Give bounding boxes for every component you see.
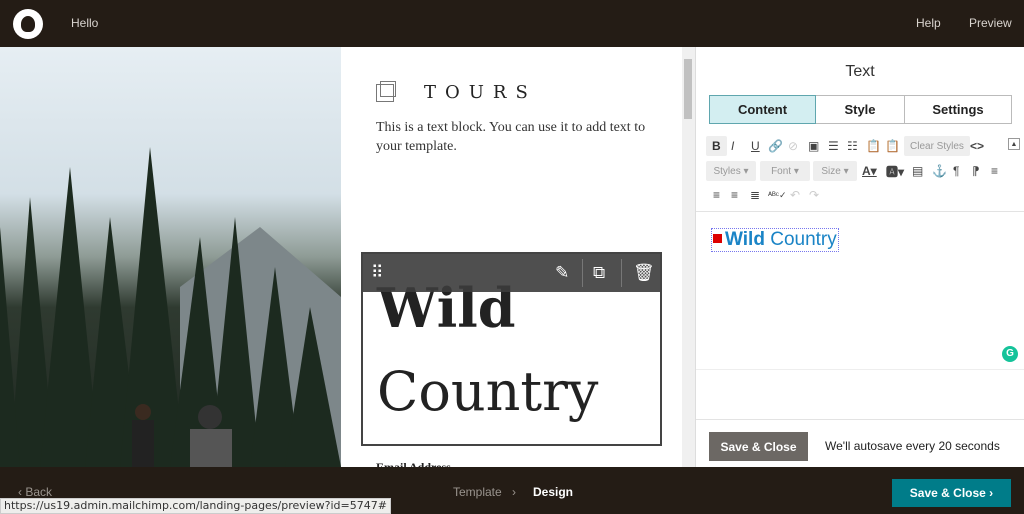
forest-illustration xyxy=(0,147,341,467)
divider xyxy=(582,259,583,287)
editor-regular-text: Country xyxy=(764,229,837,250)
headline-regular: Country xyxy=(377,360,599,423)
justify-icon[interactable]: ≣ xyxy=(750,185,760,205)
save-close-button[interactable]: Save & Close › xyxy=(892,479,1011,507)
align-center-icon[interactable]: ≡ xyxy=(713,185,720,205)
grammarly-icon[interactable]: G xyxy=(1002,346,1018,362)
divider xyxy=(621,259,622,287)
bullet-list-icon[interactable]: ☷ xyxy=(847,136,858,156)
trash-icon[interactable]: 🗑 xyxy=(633,263,655,283)
font-dropdown[interactable]: Font ▾ xyxy=(760,161,810,181)
preview-link[interactable]: Preview xyxy=(969,16,1012,30)
duplicate-icon[interactable]: ⧉ xyxy=(593,263,605,283)
anchor-icon[interactable]: ⚓ xyxy=(932,161,947,181)
redo-icon[interactable]: ↷ xyxy=(809,185,819,205)
rich-text-editor[interactable]: Wild Country xyxy=(711,228,839,252)
text-editor-panel: Text Content Style Settings B I U 🔗 ⊘ ▣ … xyxy=(695,47,1024,467)
tab-style[interactable]: Style xyxy=(816,95,905,124)
link-icon[interactable]: 🔗 xyxy=(768,136,783,156)
page-name[interactable]: Hello xyxy=(71,16,98,30)
flag-icon xyxy=(713,234,722,243)
status-url: https://us19.admin.mailchimp.com/landing… xyxy=(0,498,391,514)
ordered-list-icon[interactable]: ☰ xyxy=(828,136,839,156)
ltr-icon[interactable]: ¶ xyxy=(953,161,959,181)
image-icon[interactable]: ▣ xyxy=(808,136,819,156)
font-label: Font xyxy=(771,165,792,177)
save-close-label: Save & Close xyxy=(909,486,986,500)
step-design[interactable]: Design xyxy=(533,485,573,499)
background-color-icon[interactable]: 🅰▾ xyxy=(886,161,904,181)
canvas-scrollbar[interactable] xyxy=(682,47,695,467)
back-button[interactable]: ‹ Back xyxy=(18,485,52,499)
autosave-note: We'll autosave every 20 seconds xyxy=(825,439,1000,453)
selected-text-block[interactable]: ⠿ ✎ ⧉ 🗑 Wild Country xyxy=(361,252,662,446)
block-icon[interactable]: ▤ xyxy=(912,161,923,181)
paste-icon[interactable]: 📋 xyxy=(866,136,881,156)
underline-button[interactable]: U xyxy=(751,136,760,156)
paste-text-icon[interactable]: 📋 xyxy=(885,136,900,156)
align-right-icon[interactable]: ≡ xyxy=(731,185,738,205)
rtl-icon[interactable]: ⁋ xyxy=(972,161,980,181)
unlink-icon[interactable]: ⊘ xyxy=(788,136,798,156)
edit-icon[interactable]: ✎ xyxy=(555,263,569,283)
size-dropdown[interactable]: Size ▾ xyxy=(813,161,857,181)
scrollbar-thumb[interactable] xyxy=(684,59,692,119)
tab-settings[interactable]: Settings xyxy=(905,95,1012,124)
block-toolbar: ⠿ ✎ ⧉ 🗑 xyxy=(363,254,660,292)
text-block[interactable]: This is a text block. You can use it to … xyxy=(376,118,666,156)
step-template[interactable]: Template xyxy=(453,485,502,499)
divider xyxy=(696,369,1024,370)
undo-icon[interactable]: ↶ xyxy=(790,185,800,205)
styles-label: Styles xyxy=(713,165,741,177)
divider xyxy=(696,211,1024,212)
bold-button[interactable]: B xyxy=(706,136,727,156)
mailchimp-logo[interactable] xyxy=(13,9,43,39)
back-label: Back xyxy=(25,485,53,499)
size-label: Size xyxy=(821,165,841,177)
italic-button[interactable]: I xyxy=(731,136,734,156)
panel-title: Text xyxy=(845,63,875,80)
chevron-right-icon: › xyxy=(512,485,516,499)
cube-logo-icon xyxy=(376,81,396,102)
divider xyxy=(696,419,1024,420)
top-bar: Hello Help Preview xyxy=(0,0,1024,47)
hero-image xyxy=(0,47,341,467)
clear-styles-button[interactable]: Clear Styles xyxy=(904,136,970,156)
styles-dropdown[interactable]: Styles ▾ xyxy=(706,161,756,181)
collapse-icon[interactable]: ▲ xyxy=(1008,138,1020,150)
editor-bold-text: Wild xyxy=(725,229,765,250)
align-left-icon[interactable]: ≡ xyxy=(991,161,998,181)
panel-save-close-button[interactable]: Save & Close xyxy=(709,432,808,461)
text-color-icon[interactable]: A▾ xyxy=(862,161,877,181)
spellcheck-icon[interactable]: ᴬᴮᶜ✓ xyxy=(768,185,787,205)
source-code-icon[interactable]: <> xyxy=(970,136,984,156)
help-link[interactable]: Help xyxy=(916,16,941,30)
tab-content[interactable]: Content xyxy=(709,95,816,124)
tours-heading[interactable]: TOURS xyxy=(424,82,537,103)
drag-handle-icon[interactable]: ⠿ xyxy=(371,263,383,283)
